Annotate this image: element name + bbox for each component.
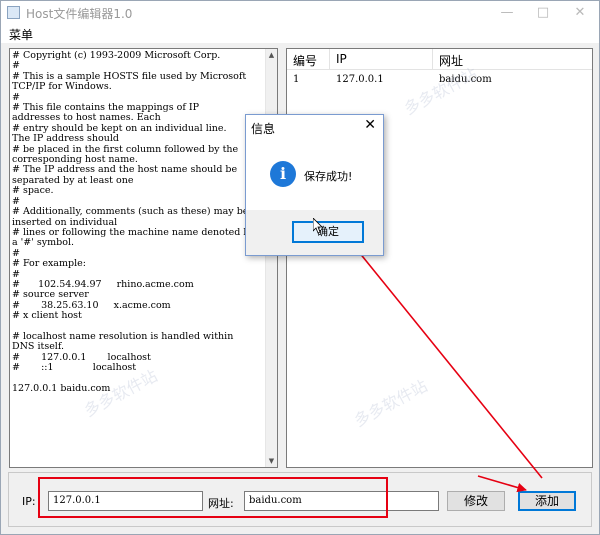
- close-icon[interactable]: ✕: [562, 1, 598, 25]
- main-window: Host文件编辑器1.0 — □ ✕ 菜单 # Copyright (c) 19…: [0, 0, 600, 535]
- cell-ip: 127.0.0.1: [336, 74, 384, 85]
- close-icon[interactable]: ✕: [364, 117, 376, 133]
- add-button[interactable]: 添加: [518, 491, 576, 511]
- url-label: 网址:: [208, 497, 234, 510]
- hosts-editor[interactable]: # Copyright (c) 1993-2009 Microsoft Corp…: [9, 48, 278, 468]
- cell-id: 1: [293, 74, 300, 85]
- cell-url: baidu.com: [439, 74, 492, 85]
- menu-bar: 菜单: [1, 25, 599, 43]
- scroll-up-icon[interactable]: ▲: [266, 49, 277, 61]
- app-icon: [7, 6, 20, 19]
- header-ip[interactable]: IP: [336, 52, 347, 66]
- ok-button[interactable]: 确定: [292, 221, 364, 243]
- vertical-scrollbar[interactable]: ▲ ▼: [265, 49, 277, 467]
- mouse-cursor-icon: [313, 218, 323, 234]
- ip-input[interactable]: 127.0.0.1: [48, 491, 203, 511]
- maximize-icon[interactable]: □: [525, 1, 561, 25]
- hosts-table[interactable]: 编号 IP 网址 1 127.0.0.1 baidu.com: [286, 48, 593, 468]
- minimize-icon[interactable]: —: [489, 1, 525, 25]
- info-dialog: 信息 ✕ i 保存成功! 确定: [245, 114, 384, 256]
- window-title: Host文件编辑器1.0: [26, 7, 133, 21]
- info-icon: i: [270, 161, 296, 187]
- scroll-down-icon[interactable]: ▼: [266, 455, 277, 467]
- edit-button[interactable]: 修改: [447, 491, 505, 511]
- column-divider: [329, 49, 330, 69]
- table-header: 编号 IP 网址: [287, 49, 592, 70]
- menu-item-menu[interactable]: 菜单: [9, 26, 33, 43]
- header-url[interactable]: 网址: [439, 52, 463, 69]
- entry-panel: IP: 127.0.0.1 网址: baidu.com 修改 添加: [8, 472, 592, 527]
- ip-label: IP:: [22, 495, 36, 508]
- title-bar: Host文件编辑器1.0 — □ ✕: [1, 1, 599, 25]
- dialog-title: 信息: [251, 122, 276, 136]
- header-id[interactable]: 编号: [293, 52, 317, 69]
- column-divider: [432, 49, 433, 69]
- url-input[interactable]: baidu.com: [244, 491, 439, 511]
- hosts-text[interactable]: # Copyright (c) 1993-2009 Microsoft Corp…: [10, 49, 277, 394]
- dialog-message: 保存成功!: [304, 170, 353, 183]
